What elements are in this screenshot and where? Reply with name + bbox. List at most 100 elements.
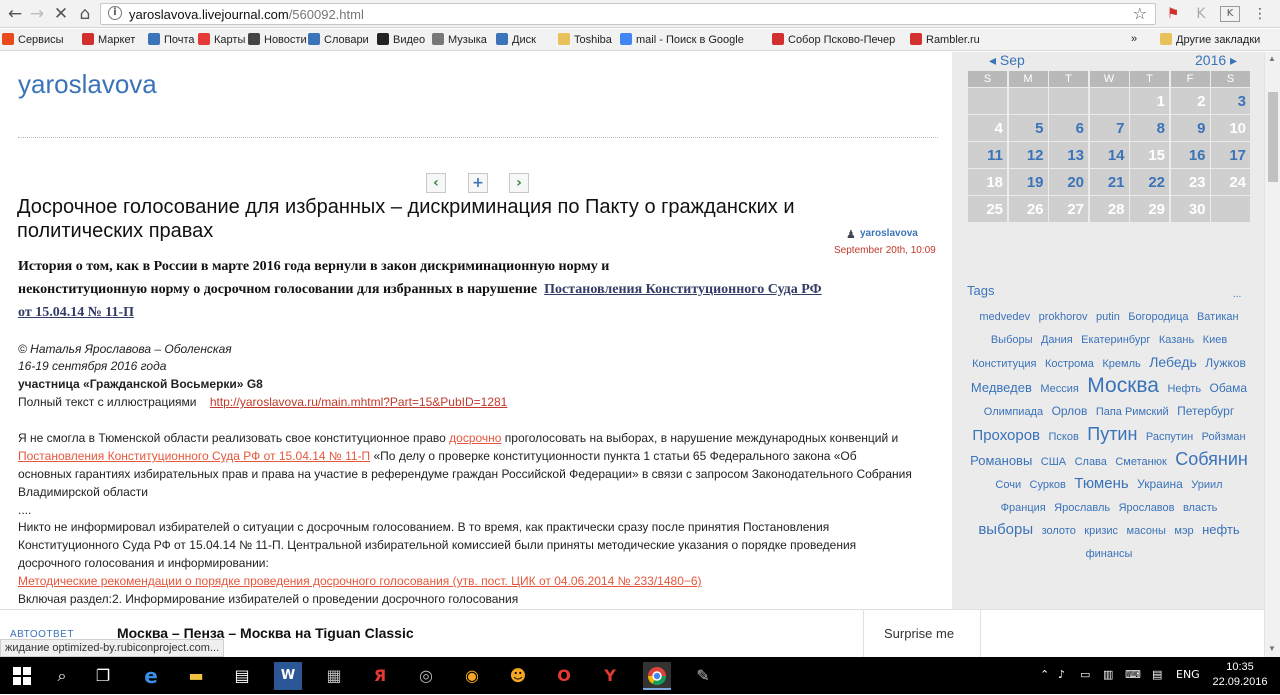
tag-link[interactable]: масоны bbox=[1127, 520, 1166, 542]
bookmark-item[interactable]: Видео bbox=[377, 33, 425, 46]
tag-link[interactable]: Киев bbox=[1203, 329, 1228, 351]
calendar-year[interactable]: 2016 ▸ bbox=[1195, 52, 1237, 69]
author-link[interactable]: ♟ yaroslavova bbox=[846, 228, 918, 241]
tag-link[interactable]: Уриил bbox=[1191, 474, 1222, 496]
scroll-up-icon[interactable]: ▲ bbox=[1268, 54, 1276, 63]
tag-link[interactable]: золото bbox=[1042, 520, 1076, 542]
bookmark-item[interactable]: mail - Поиск в Google bbox=[620, 33, 744, 46]
scroll-down-icon[interactable]: ▼ bbox=[1268, 644, 1276, 653]
tag-link[interactable]: Кострома bbox=[1045, 353, 1094, 375]
tag-link[interactable]: Обама bbox=[1210, 377, 1248, 399]
bookmark-item[interactable]: Toshiba bbox=[558, 33, 612, 46]
extension-k-icon[interactable]: K bbox=[1191, 4, 1211, 24]
tag-link[interactable]: medvedev bbox=[979, 306, 1030, 328]
chat-icon[interactable]: ◉ bbox=[458, 662, 486, 690]
tag-link[interactable]: Богородица bbox=[1128, 306, 1188, 328]
bookmark-item[interactable]: Карты bbox=[198, 33, 245, 46]
bookmark-item[interactable]: Диск bbox=[496, 33, 536, 46]
add-entry-icon[interactable]: + bbox=[468, 173, 488, 193]
notifications-icon[interactable]: ▤ bbox=[1152, 668, 1162, 681]
windows-start-icon[interactable] bbox=[8, 662, 36, 690]
tag-link[interactable]: Украина bbox=[1137, 473, 1183, 495]
tag-link[interactable]: нефть bbox=[1202, 519, 1240, 541]
tag-link[interactable]: Псков bbox=[1048, 426, 1078, 448]
scroll-thumb[interactable] bbox=[1268, 92, 1278, 182]
tag-link[interactable]: Путин bbox=[1087, 423, 1137, 445]
p1-link-2[interactable]: Постановления Конституционного Суда РФ о… bbox=[18, 449, 370, 463]
tag-link[interactable]: Слава bbox=[1075, 451, 1107, 473]
extension-box-icon[interactable]: K bbox=[1220, 6, 1240, 22]
bookmark-item[interactable]: Словари bbox=[308, 33, 369, 46]
app-icon[interactable]: ▦ bbox=[320, 662, 348, 690]
calendar-day[interactable]: 16 bbox=[1170, 142, 1211, 169]
tag-link[interactable]: финансы bbox=[1086, 543, 1133, 565]
tag-link[interactable]: Медведев bbox=[971, 377, 1032, 399]
forward-icon[interactable]: → bbox=[26, 3, 48, 25]
calendar-day[interactable]: 12 bbox=[1008, 142, 1049, 169]
tag-link[interactable]: Собянин bbox=[1175, 448, 1248, 470]
prev-entry-icon[interactable]: ‹ bbox=[426, 173, 446, 193]
tag-link[interactable]: Ройзман bbox=[1202, 426, 1246, 448]
tag-link[interactable]: Сурков bbox=[1030, 474, 1066, 496]
tag-link[interactable]: Дания bbox=[1041, 329, 1073, 351]
menu-icon[interactable]: ⋮ bbox=[1250, 4, 1270, 24]
store-icon[interactable]: ▤ bbox=[228, 662, 256, 690]
calendar-day[interactable]: 6 bbox=[1049, 115, 1089, 142]
tag-link[interactable]: Сметанюк bbox=[1115, 451, 1166, 473]
p2-link[interactable]: Методические рекомендации о порядке пров… bbox=[18, 574, 702, 588]
calendar-day[interactable]: 8 bbox=[1130, 115, 1170, 142]
messenger-icon[interactable]: ☻ bbox=[504, 662, 532, 690]
tag-link[interactable]: Москва bbox=[1087, 375, 1159, 397]
tag-link[interactable]: Конституция bbox=[972, 353, 1036, 375]
file-explorer-icon[interactable]: ▬ bbox=[182, 662, 210, 690]
tag-link[interactable]: Ярославов bbox=[1119, 497, 1175, 519]
tag-link[interactable]: Прохоров bbox=[972, 425, 1040, 447]
tag-link[interactable]: Папа Римский bbox=[1096, 401, 1169, 423]
bookmark-item[interactable]: Собор Псково-Печер bbox=[772, 33, 895, 46]
paint-icon[interactable]: ✎ bbox=[689, 662, 717, 690]
calendar-day[interactable]: 17 bbox=[1211, 142, 1251, 169]
yandex-browser-icon[interactable]: Y bbox=[596, 662, 624, 690]
tag-link[interactable]: Орлов bbox=[1052, 400, 1088, 422]
tag-link[interactable]: Тюмень bbox=[1074, 473, 1128, 495]
tag-link[interactable]: Выборы bbox=[991, 329, 1033, 351]
search-icon[interactable]: ⌕ bbox=[48, 662, 76, 690]
tag-link[interactable]: Екатеринбург bbox=[1081, 329, 1150, 351]
tag-link[interactable]: Ватикан bbox=[1197, 306, 1239, 328]
bookmark-item[interactable]: Почта bbox=[148, 33, 195, 46]
stop-icon[interactable]: ✕ bbox=[50, 3, 72, 25]
tag-link[interactable]: Петербург bbox=[1177, 400, 1234, 422]
app-circle-icon[interactable]: ◎ bbox=[412, 662, 440, 690]
tags-more[interactable]: ... bbox=[1233, 289, 1241, 300]
bookmarks-more-button[interactable]: » bbox=[1131, 33, 1137, 45]
address-bar[interactable]: i yaroslavova.livejournal.com/560092.htm… bbox=[100, 3, 1156, 25]
tag-link[interactable]: мэр bbox=[1174, 520, 1193, 542]
word-icon[interactable]: W bbox=[274, 662, 302, 690]
bookmark-item[interactable]: Rambler.ru bbox=[910, 33, 980, 46]
tag-link[interactable]: prokhorov bbox=[1039, 306, 1088, 328]
bookmark-item[interactable]: Сервисы bbox=[2, 33, 64, 46]
battery-icon[interactable]: ▭ bbox=[1080, 668, 1090, 681]
calendar-day[interactable]: 14 bbox=[1089, 142, 1130, 169]
calendar-day[interactable]: 13 bbox=[1049, 142, 1089, 169]
tray-chevron-icon[interactable]: ⌃ bbox=[1040, 668, 1049, 681]
chrome-icon[interactable] bbox=[643, 662, 671, 690]
tag-link[interactable]: Лебедь bbox=[1149, 351, 1197, 373]
star-icon[interactable]: ☆ bbox=[1133, 4, 1147, 23]
tag-link[interactable]: Франция bbox=[1001, 497, 1046, 519]
fulltext-link[interactable]: http://yaroslavova.ru/main.mhtml?Part=15… bbox=[210, 395, 508, 409]
calendar-day[interactable]: 20 bbox=[1049, 169, 1089, 196]
tag-link[interactable]: Мессия bbox=[1040, 378, 1079, 400]
language-indicator[interactable]: ENG bbox=[1176, 668, 1200, 681]
bookmark-item[interactable]: Новости bbox=[248, 33, 307, 46]
yandex-icon[interactable]: Я bbox=[366, 662, 394, 690]
calendar-day[interactable]: 11 bbox=[968, 142, 1008, 169]
calendar-day[interactable]: 22 bbox=[1130, 169, 1170, 196]
tag-link[interactable]: Лужков bbox=[1205, 352, 1246, 374]
calendar-day[interactable]: 5 bbox=[1008, 115, 1049, 142]
tag-link[interactable]: США bbox=[1041, 451, 1066, 473]
tag-link[interactable]: Сочи bbox=[995, 474, 1021, 496]
home-icon[interactable]: ⌂ bbox=[74, 3, 96, 25]
tag-link[interactable]: Ярославль bbox=[1054, 497, 1110, 519]
edge-icon[interactable]: e bbox=[137, 662, 165, 690]
